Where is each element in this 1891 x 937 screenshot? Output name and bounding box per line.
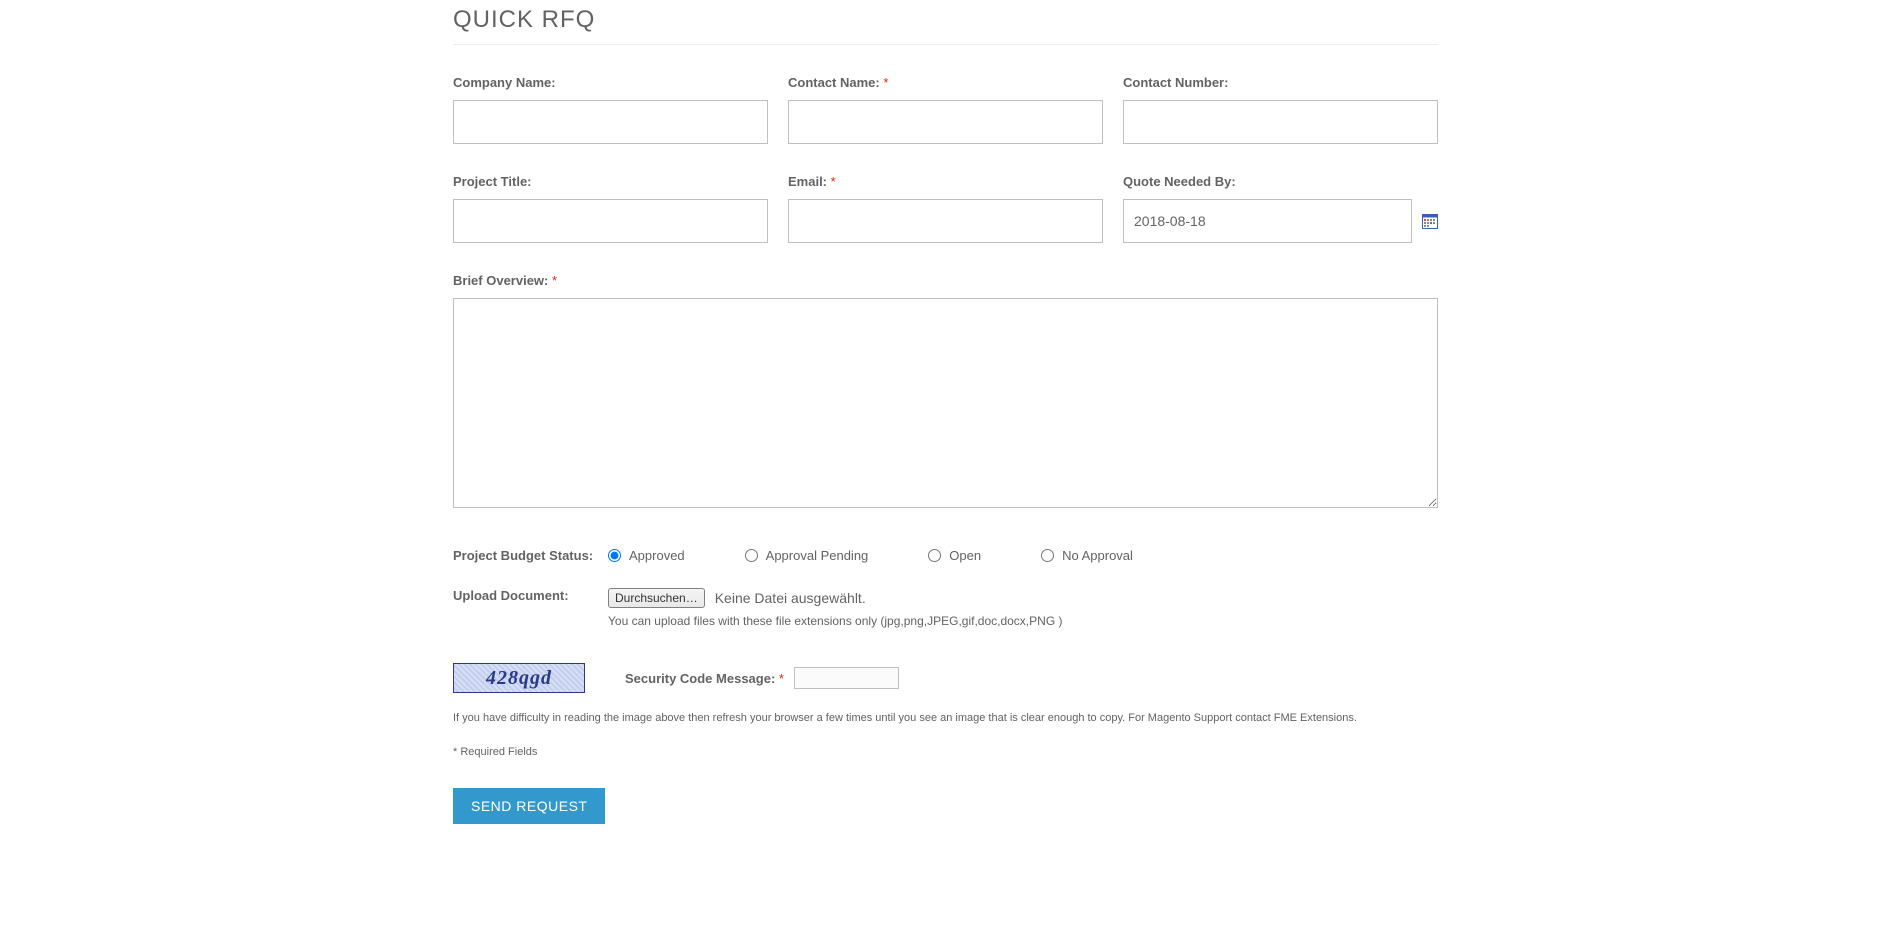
project-title-input[interactable] bbox=[453, 199, 768, 243]
contact-number-field-group: Contact Number: bbox=[1123, 75, 1438, 144]
brief-overview-label: Brief Overview: * bbox=[453, 273, 1438, 288]
brief-overview-label-text: Brief Overview: bbox=[453, 273, 548, 288]
send-request-button[interactable]: SEND REQUEST bbox=[453, 788, 605, 824]
radio-approved-label: Approved bbox=[629, 548, 685, 563]
contact-name-label-text: Contact Name: bbox=[788, 75, 880, 90]
radio-approved[interactable]: Approved bbox=[608, 548, 685, 563]
rfq-form-container: QUICK RFQ Company Name: Contact Name: * … bbox=[453, 0, 1438, 864]
security-code-label: Security Code Message: * bbox=[625, 671, 784, 686]
date-input-wrap bbox=[1123, 199, 1438, 243]
company-name-field-group: Company Name: bbox=[453, 75, 768, 144]
calendar-icon[interactable] bbox=[1422, 213, 1438, 229]
upload-hint-text: You can upload files with these file ext… bbox=[608, 614, 1062, 628]
email-field-group: Email: * bbox=[788, 174, 1103, 243]
radio-no-approval[interactable]: No Approval bbox=[1041, 548, 1133, 563]
quote-needed-label: Quote Needed By: bbox=[1123, 174, 1438, 189]
radio-open-label: Open bbox=[949, 548, 981, 563]
radio-open-input[interactable] bbox=[928, 549, 941, 562]
required-mark: * bbox=[831, 174, 836, 189]
contact-number-label-text: Contact Number: bbox=[1123, 75, 1228, 90]
budget-status-row: Project Budget Status: Approved Approval… bbox=[453, 548, 1438, 563]
upload-row: Upload Document: Durchsuchen… Keine Date… bbox=[453, 588, 1438, 628]
contact-name-input[interactable] bbox=[788, 100, 1103, 144]
required-mark: * bbox=[883, 75, 888, 90]
browse-button[interactable]: Durchsuchen… bbox=[608, 588, 705, 608]
upload-document-label: Upload Document: bbox=[453, 588, 608, 603]
email-input[interactable] bbox=[788, 199, 1103, 243]
captcha-row: 428qgd Security Code Message: * bbox=[453, 663, 1438, 693]
form-row-1: Company Name: Contact Name: * Contact Nu… bbox=[453, 75, 1438, 144]
contact-name-field-group: Contact Name: * bbox=[788, 75, 1103, 144]
captcha-image: 428qgd bbox=[453, 663, 585, 693]
required-mark: * bbox=[779, 671, 784, 686]
company-name-label-text: Company Name: bbox=[453, 75, 556, 90]
email-label: Email: * bbox=[788, 174, 1103, 189]
required-fields-note: * Required Fields bbox=[453, 746, 1438, 758]
security-code-label-text: Security Code Message: bbox=[625, 671, 775, 686]
budget-status-label: Project Budget Status: bbox=[453, 548, 608, 563]
radio-approval-pending[interactable]: Approval Pending bbox=[745, 548, 869, 563]
page-title: QUICK RFQ bbox=[453, 0, 1438, 45]
email-label-text: Email: bbox=[788, 174, 827, 189]
radio-approval-pending-input[interactable] bbox=[745, 549, 758, 562]
contact-number-label: Contact Number: bbox=[1123, 75, 1438, 90]
project-title-field-group: Project Title: bbox=[453, 174, 768, 243]
quote-needed-input[interactable] bbox=[1123, 199, 1412, 243]
captcha-help-text: If you have difficulty in reading the im… bbox=[453, 711, 1438, 726]
form-row-2: Project Title: Email: * Quote Needed By: bbox=[453, 174, 1438, 243]
required-mark: * bbox=[552, 273, 557, 288]
brief-overview-field-group: Brief Overview: * bbox=[453, 273, 1438, 513]
upload-column: Durchsuchen… Keine Datei ausgewählt. You… bbox=[608, 588, 1062, 628]
contact-name-label: Contact Name: * bbox=[788, 75, 1103, 90]
upload-line: Durchsuchen… Keine Datei ausgewählt. bbox=[608, 588, 1062, 608]
radio-no-approval-label: No Approval bbox=[1062, 548, 1133, 563]
budget-status-radio-group: Approved Approval Pending Open No Approv… bbox=[608, 548, 1193, 563]
company-name-label: Company Name: bbox=[453, 75, 768, 90]
project-title-label: Project Title: bbox=[453, 174, 768, 189]
security-code-input[interactable] bbox=[794, 667, 899, 689]
contact-number-input[interactable] bbox=[1123, 100, 1438, 144]
radio-no-approval-input[interactable] bbox=[1041, 549, 1054, 562]
project-title-label-text: Project Title: bbox=[453, 174, 532, 189]
company-name-input[interactable] bbox=[453, 100, 768, 144]
radio-open[interactable]: Open bbox=[928, 548, 981, 563]
radio-approval-pending-label: Approval Pending bbox=[766, 548, 869, 563]
quote-needed-label-text: Quote Needed By: bbox=[1123, 174, 1236, 189]
brief-overview-textarea[interactable] bbox=[453, 298, 1438, 508]
upload-status-text: Keine Datei ausgewählt. bbox=[715, 590, 866, 606]
quote-needed-field-group: Quote Needed By: bbox=[1123, 174, 1438, 243]
radio-approved-input[interactable] bbox=[608, 549, 621, 562]
